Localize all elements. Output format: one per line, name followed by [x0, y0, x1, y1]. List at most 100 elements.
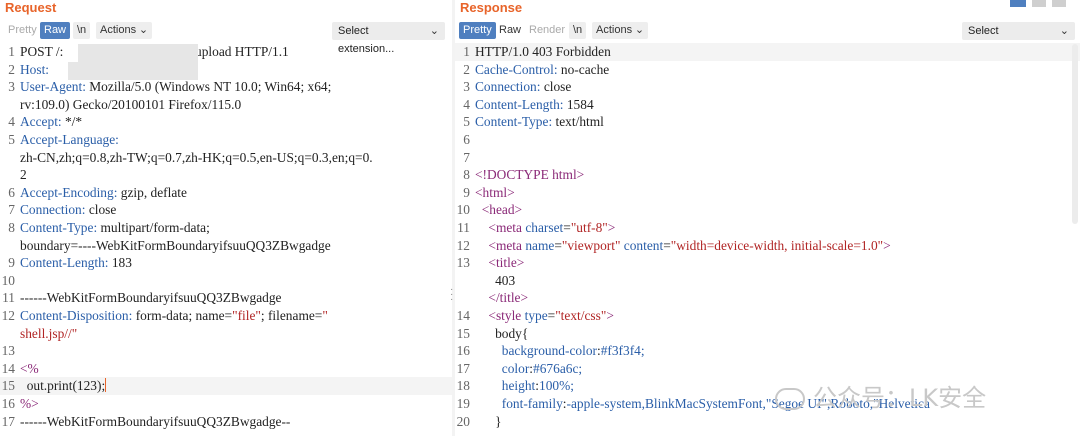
line-number: 16	[456, 343, 470, 359]
code-token: Accept:	[20, 114, 62, 130]
request-editor[interactable]: 1 POST /: /upload HTTP/1.1 2 Host: 2 3 User-Age…	[0, 43, 452, 436]
line-number: 6	[463, 132, 470, 147]
line-code: Connection: close	[475, 78, 571, 96]
code-token: }	[475, 413, 502, 429]
layout-horizontal-icon[interactable]	[1032, 0, 1046, 7]
request-newline-toggle[interactable]: \n	[73, 22, 91, 39]
line-code: <meta charset="utf-8">	[475, 219, 615, 237]
code-token: 2	[20, 167, 27, 183]
line-code: Content-Disposition: form-data; name="fi…	[20, 307, 328, 325]
code-line: 18 height:100%;	[455, 377, 1080, 395]
line-code: HTTP/1.0 403 Forbidden	[475, 43, 611, 61]
line-number: 10	[456, 202, 470, 218]
code-line: 5 Content-Type: text/html	[455, 113, 1080, 131]
code-line: 7	[455, 149, 1080, 167]
code-line: 10 <head>	[455, 201, 1080, 219]
code-line: 4 Accept: */*	[0, 113, 452, 131]
wechat-logo-icon	[775, 388, 805, 410]
response-render-tab[interactable]: Render	[525, 22, 569, 39]
request-select-extension[interactable]: Select extension... ⌄	[332, 22, 445, 55]
code-token: >	[607, 220, 616, 235]
line-number: 7	[8, 202, 15, 218]
code-line: 7 Connection: close	[0, 201, 452, 219]
layout-vertical-icon[interactable]	[1052, 0, 1066, 7]
line-number: 13	[456, 255, 470, 271]
code-token: 1584	[563, 96, 594, 112]
line-number: 14	[1, 360, 15, 376]
response-editor[interactable]: 1 HTTP/1.0 403 Forbidden 2 Cache-Control: n…	[455, 43, 1080, 436]
line-code: <html>	[475, 184, 515, 202]
code-token: "utf-8"	[570, 220, 608, 235]
code-line: 19 font-family:-apple-system,BlinkMacSys…	[455, 395, 1080, 413]
request-title: Request	[5, 0, 57, 15]
code-token: <!DOCTYPE html>	[475, 167, 585, 183]
line-number: 1	[463, 44, 470, 59]
response-actions-dropdown[interactable]: Actions ⌄	[592, 22, 649, 39]
redaction-block	[68, 62, 198, 80]
code-line: 2	[0, 166, 452, 184]
response-actions-label: Actions	[596, 24, 633, 36]
code-token: Content-Length:	[20, 255, 109, 271]
code-token: <head>	[475, 202, 523, 218]
code-token: Mozilla/5.0 (Windows NT 10.0; Win64; x64…	[85, 79, 332, 95]
line-code: Accept-Encoding: gzip, deflate	[20, 184, 187, 202]
code-line: 3 Connection: close	[455, 78, 1080, 96]
line-code: %>	[20, 395, 39, 413]
line-code: <meta name="viewport" content="width=dev…	[475, 237, 891, 255]
code-token: Connection:	[475, 79, 541, 95]
code-token: >	[883, 237, 891, 253]
line-number: 17	[1, 413, 15, 429]
chevron-down-icon: ⌄	[429, 25, 439, 37]
request-pretty-tab[interactable]: Pretty	[4, 22, 41, 39]
redaction-block	[78, 44, 198, 62]
line-code: <!DOCTYPE html>	[475, 166, 584, 184]
code-token: Accept-Encoding:	[20, 184, 118, 200]
code-line: rv:109.0) Gecko/20100101 Firefox/115.0	[0, 96, 452, 114]
code-line: 13 <title>	[455, 254, 1080, 272]
line-code: Connection: close	[20, 201, 116, 219]
line-number: 8	[463, 167, 470, 183]
code-token: font-family	[475, 396, 563, 411]
line-code: background-color:#f3f3f4;	[475, 342, 645, 360]
code-token: <title>	[475, 255, 525, 271]
code-line: 2 Cache-Control: no-cache	[455, 61, 1080, 79]
line-number: 19	[456, 396, 470, 411]
response-newline-toggle[interactable]: \n	[569, 22, 587, 39]
code-line: 17 ------WebKitFormBoundaryifsuuQQ3ZBwgad…	[0, 413, 452, 431]
code-line: 14 <style type="text/css">	[455, 307, 1080, 325]
response-scrollbar[interactable]	[1072, 44, 1078, 224]
watermark-text: 公众号：LK安全	[813, 384, 987, 412]
line-code: Content-Type: text/html	[475, 113, 604, 131]
code-token: <html>	[475, 184, 515, 200]
line-code: Content-Length: 183	[20, 254, 132, 272]
code-line: 14 <%	[0, 360, 452, 378]
code-line: 20 }	[455, 413, 1080, 431]
request-pane: Request Pretty Raw \n Actions ⌄ Select e…	[0, 0, 452, 436]
line-number: 5	[8, 132, 15, 147]
response-pretty-tab[interactable]: Pretty	[459, 22, 496, 39]
code-token: no-cache	[557, 61, 610, 77]
line-code: <%	[20, 360, 39, 378]
request-actions-dropdown[interactable]: Actions ⌄	[96, 22, 153, 39]
code-token: 183	[108, 255, 132, 271]
response-raw-tab[interactable]: Raw	[495, 22, 525, 39]
line-number: 14	[456, 308, 470, 323]
line-code: Content-Type: multipart/form-data;	[20, 219, 210, 237]
code-line: 12 <meta name="viewport" content="width=…	[455, 237, 1080, 255]
line-number: 18	[456, 378, 470, 394]
request-toolbar: Pretty Raw \n Actions ⌄ Select extension…	[0, 20, 452, 55]
code-line: 8 Content-Type: multipart/form-data;	[0, 219, 452, 237]
code-token: Content-Disposition:	[20, 308, 133, 323]
drag-handle-icon[interactable]: · · ·	[450, 285, 453, 305]
code-line: 15 body{	[455, 325, 1080, 343]
layout-split-icon[interactable]	[1010, 0, 1026, 7]
code-token: content	[620, 237, 664, 253]
line-code: 403	[475, 272, 515, 290]
code-token: ------WebKitFormBoundaryifsuuQQ3ZBwgadge	[20, 290, 282, 306]
request-raw-tab[interactable]: Raw	[40, 22, 71, 39]
line-code: zh-CN,zh;q=0.8,zh-TW;q=0.7,zh-HK;q=0.5,e…	[20, 149, 373, 167]
response-select-extension[interactable]: Select extension... ⌄	[962, 22, 1075, 55]
code-token: body{	[475, 325, 529, 341]
code-token: color	[475, 360, 530, 376]
code-token: >	[606, 308, 614, 323]
